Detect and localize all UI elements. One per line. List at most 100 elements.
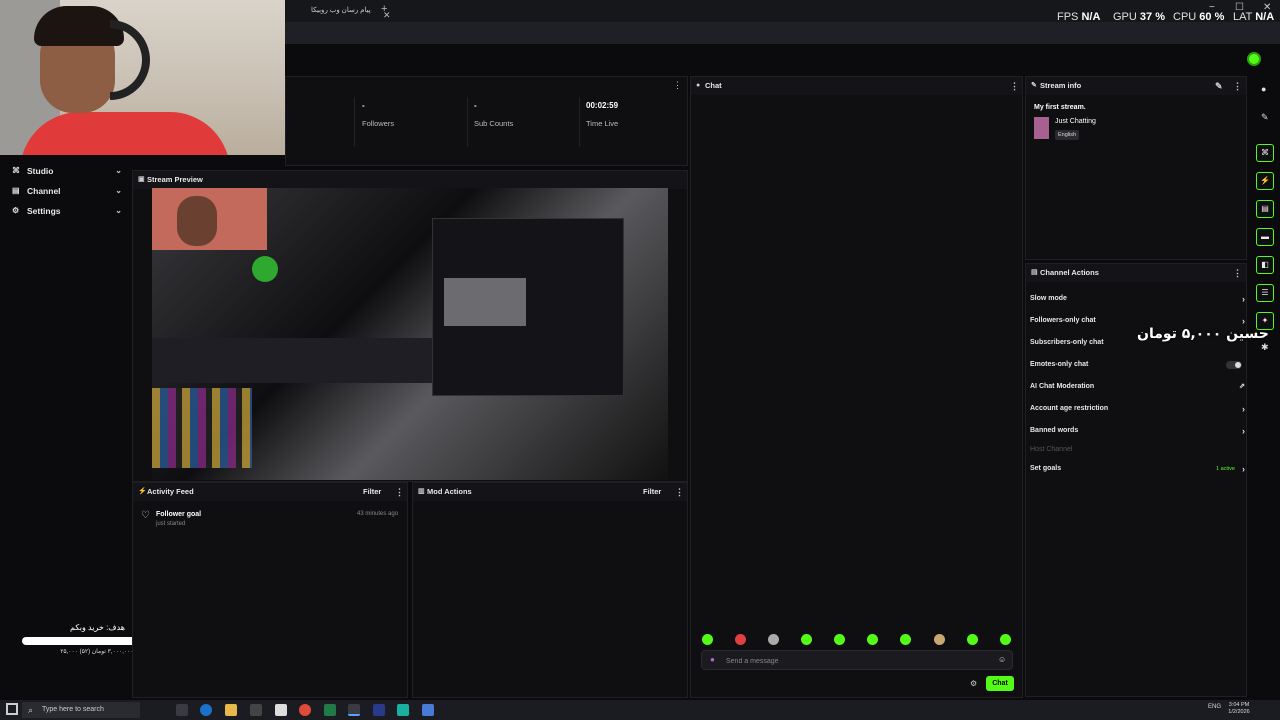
language-indicator[interactable]: ENG — [1208, 704, 1221, 710]
excel-icon[interactable] — [324, 704, 336, 716]
rail-button-document[interactable]: ▤ — [1256, 200, 1274, 218]
rail-button-chat[interactable]: ▬ — [1256, 228, 1274, 246]
lat-stat: LAT N/A — [1233, 11, 1275, 23]
chrome-icon[interactable] — [299, 704, 311, 716]
taskbar-search[interactable]: ⌕ Type here to search — [22, 702, 140, 718]
more-options-icon[interactable]: ⋮ — [395, 483, 404, 501]
emote-icon[interactable] — [900, 634, 911, 645]
sidebar-item-channel[interactable]: ▤ Channel ⌄ — [12, 183, 122, 199]
stats-panel: ⋮ - Followers - Sub Counts 00:02:59 Time… — [285, 76, 688, 166]
clock[interactable]: 3:04 PM 1/2/2026 — [1224, 702, 1254, 716]
stream-info-panel: ✎ Stream info ✎ ⋮ My first stream. Just … — [1025, 76, 1247, 260]
emote-icon[interactable] — [735, 634, 746, 645]
category-name: Just Chatting — [1055, 118, 1096, 125]
set-goals-item[interactable]: Set goals 1 active › — [1030, 462, 1245, 476]
cpu-stat: CPU 60 % — [1173, 11, 1225, 23]
emotes-only-toggle[interactable] — [1226, 361, 1242, 369]
chevron-down-icon: ⌄ — [115, 166, 122, 175]
send-chat-button[interactable]: Chat — [986, 676, 1014, 691]
subs-stat: - Sub Counts — [474, 101, 514, 128]
chat-message-input[interactable] — [726, 655, 986, 667]
stream-preview-video[interactable] — [152, 188, 668, 480]
app-icon[interactable] — [397, 704, 409, 716]
windows-start-icon[interactable] — [6, 703, 18, 715]
chat-icon: ● — [696, 82, 701, 89]
sidebar-item-studio[interactable]: ⌘ Studio ⌄ — [12, 163, 122, 179]
actions-icon: ▤ — [1031, 269, 1038, 276]
goals-status: 1 active — [1216, 466, 1235, 472]
language-badge: English — [1055, 130, 1080, 140]
settings-cog-icon[interactable]: ✱ — [1261, 342, 1269, 353]
edge-icon[interactable] — [200, 704, 212, 716]
category-thumbnail — [1034, 117, 1049, 139]
more-options-icon[interactable]: ⋮ — [673, 80, 682, 91]
more-options-icon[interactable]: ⋮ — [1233, 77, 1242, 95]
mod-actions-panel: ▥ Mod Actions Filter ⋮ — [412, 482, 688, 698]
followers-stat: - Followers — [362, 101, 395, 128]
store-icon[interactable] — [250, 704, 262, 716]
kick-logo-icon[interactable] — [1247, 52, 1261, 66]
sidebar-item-settings[interactable]: ⚙ Settings ⌄ — [12, 203, 122, 219]
emoji-picker-icon[interactable]: ☺ — [998, 655, 1006, 664]
ai-chat-moderation-item[interactable]: AI Chat Moderation ⇗ — [1030, 380, 1245, 394]
chevron-right-icon: › — [1242, 294, 1245, 304]
emote-icon[interactable] — [934, 634, 945, 645]
host-channel-item: Host Channel — [1030, 446, 1073, 453]
app-icon[interactable] — [422, 704, 434, 716]
emote-icon[interactable] — [702, 634, 713, 645]
more-options-icon[interactable]: ⋮ — [675, 483, 684, 501]
file-explorer-icon[interactable] — [225, 704, 237, 716]
chart-app-icon[interactable] — [373, 704, 385, 716]
rail-button-media[interactable]: ◧ — [1256, 256, 1274, 274]
rail-button-studio[interactable]: ⌘ — [1256, 144, 1274, 162]
activity-feed-panel: ⚡ Activity Feed Filter ⋮ ♡ Follower goal… — [132, 482, 408, 698]
donation-alert: حسین ۵,۰۰۰ تومان — [1137, 326, 1269, 342]
fps-stat: FPS N/A — [1057, 11, 1101, 23]
stream-info-icon: ✎ — [1031, 82, 1037, 89]
chevron-right-icon: › — [1242, 404, 1245, 414]
preview-icon: ▣ — [138, 176, 145, 183]
time-live-stat: 00:02:59 Time Live — [586, 101, 619, 128]
emote-icon[interactable] — [801, 634, 812, 645]
filter-button[interactable]: Filter — [643, 483, 661, 501]
chevron-down-icon: ⌄ — [115, 206, 122, 215]
chevron-down-icon: ⌄ — [115, 186, 122, 195]
chevron-right-icon: › — [1242, 426, 1245, 436]
shield-icon: ▥ — [418, 488, 425, 495]
list-item: ♡ Follower goal just started 43 minutes … — [141, 510, 399, 527]
heart-icon: ♡ — [141, 510, 150, 521]
url-bar[interactable]: ☆ ⧉ ⤓ ⇪ ● ⋮ — [285, 22, 1280, 59]
emote-icon[interactable] — [1000, 634, 1011, 645]
account-age-restriction-item[interactable]: Account age restriction › — [1030, 402, 1245, 416]
emote-icon[interactable] — [834, 634, 845, 645]
chrome-active-icon[interactable] — [348, 704, 360, 716]
banned-words-item[interactable]: Banned words › — [1030, 424, 1245, 438]
gpu-stat: GPU 37 % — [1113, 11, 1165, 23]
rail-button-list[interactable]: ☰ — [1256, 284, 1274, 302]
channel-icon: ▤ — [12, 186, 20, 195]
new-tab-button[interactable]: + — [381, 3, 387, 15]
mail-icon[interactable] — [275, 704, 287, 716]
edit-icon[interactable]: ✎ — [1215, 77, 1223, 95]
stream-title: My first stream. — [1034, 104, 1086, 111]
pencil-icon[interactable]: ✎ — [1261, 112, 1269, 123]
user-avatar-icon: ● — [710, 655, 715, 664]
rail-button-lightning[interactable]: ⚡ — [1256, 172, 1274, 190]
search-icon: ⌕ — [28, 705, 34, 715]
slow-mode-item[interactable]: Slow mode › — [1030, 292, 1245, 306]
more-options-icon[interactable]: ⋮ — [1010, 77, 1019, 95]
chat-settings-icon[interactable]: ⚙ — [970, 679, 977, 688]
filter-button[interactable]: Filter — [363, 483, 381, 501]
info-icon[interactable]: ● — [1261, 84, 1266, 94]
browser-tab[interactable]: پیام رسان وب روبیکا ✕ — [303, 2, 393, 20]
emote-icon[interactable] — [867, 634, 878, 645]
more-options-icon[interactable]: ⋮ — [1233, 264, 1242, 282]
emotes-only-chat-item[interactable]: Emotes-only chat — [1030, 358, 1245, 372]
chat-panel: ● Chat ⋮ — [690, 76, 1023, 698]
chevron-right-icon: › — [1242, 464, 1245, 474]
windows-taskbar: ⌕ Type here to search ENG 3:04 PM 1/2/20… — [0, 700, 1280, 720]
chat-input-box[interactable]: ● ☺ — [701, 650, 1013, 670]
task-view-icon[interactable] — [176, 704, 188, 716]
emote-icon[interactable] — [967, 634, 978, 645]
emote-icon[interactable] — [768, 634, 779, 645]
